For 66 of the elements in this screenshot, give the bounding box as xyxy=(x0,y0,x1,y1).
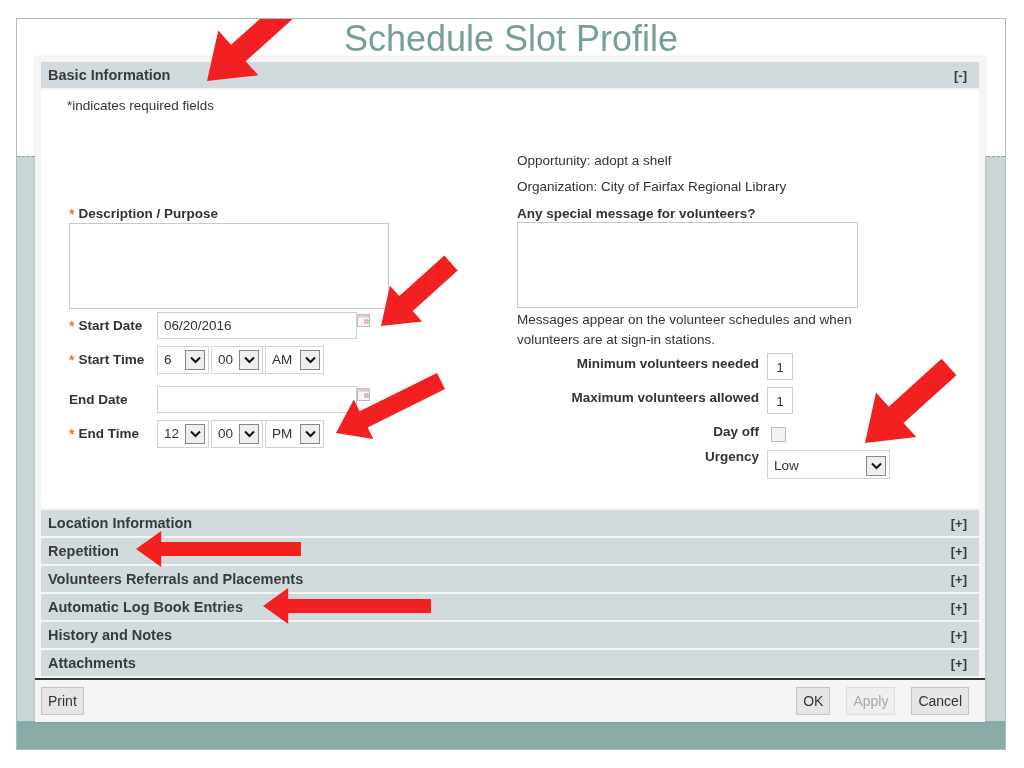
date-field[interactable]: 06/20/2016 xyxy=(157,311,357,339)
dialog-button[interactable]: OK xyxy=(796,687,831,715)
chevron-down-icon xyxy=(304,429,316,438)
field-label: Start Time xyxy=(78,351,145,368)
chevron-down-icon xyxy=(870,461,882,470)
field-label: Minimum volunteers needed xyxy=(575,354,759,371)
expand-toggle[interactable]: [+] xyxy=(950,599,967,615)
chevron-down-icon xyxy=(304,355,316,364)
expand-toggle[interactable]: [+] xyxy=(950,571,967,587)
calendar-icon[interactable] xyxy=(357,313,370,327)
number-field[interactable]: 1 xyxy=(767,386,793,414)
required-marker: * xyxy=(69,351,75,368)
required-marker: * xyxy=(69,205,75,222)
field-label: Description / Purpose xyxy=(78,205,218,222)
field-label: End Date xyxy=(69,391,128,407)
urgency-select[interactable]: Low xyxy=(767,449,890,479)
field-label: Urgency xyxy=(703,447,759,464)
period-select[interactable]: PM xyxy=(265,419,324,448)
chevron-down-icon xyxy=(189,429,201,438)
dialog-button[interactable]: Cancel xyxy=(911,687,969,715)
section-title: Automatic Log Book Entries xyxy=(48,599,243,615)
chevron-down-icon xyxy=(189,355,201,364)
section-header[interactable]: Volunteers Referrals and Placements [+] xyxy=(41,566,979,592)
expand-toggle[interactable]: [-] xyxy=(954,67,967,83)
field-label: End Time xyxy=(78,425,139,442)
message-field[interactable] xyxy=(517,221,858,308)
help-text: Messages appear on the volunteer schedules and when volunteers are at sign-in stations. xyxy=(517,310,853,349)
section-header[interactable]: Attachments [+] xyxy=(41,650,979,676)
section-title: Attachments xyxy=(48,655,136,671)
checkbox[interactable] xyxy=(771,426,786,442)
required-marker: * xyxy=(69,317,75,334)
slide-title: Schedule Slot Profile xyxy=(343,19,679,59)
required-note: *indicates required fields xyxy=(67,98,215,113)
expand-toggle[interactable]: [+] xyxy=(950,515,967,531)
minute-select[interactable]: 00 xyxy=(211,345,263,374)
field-label: Day off xyxy=(712,422,759,439)
dialog-button[interactable]: Print xyxy=(41,687,84,715)
field-label: Start Date xyxy=(78,317,143,334)
hour-select[interactable]: 6 xyxy=(157,345,209,374)
section-title: History and Notes xyxy=(48,627,173,643)
section-title: Volunteers Referrals and Placements xyxy=(48,571,304,587)
description-field[interactable] xyxy=(69,222,389,309)
section-title: Repetition xyxy=(48,543,119,559)
expand-toggle[interactable]: [+] xyxy=(950,655,967,671)
section-header[interactable]: Basic Information [-] xyxy=(41,62,979,88)
expand-toggle[interactable]: [+] xyxy=(950,627,967,643)
required-marker: * xyxy=(69,425,75,442)
period-select[interactable]: AM xyxy=(265,345,324,374)
chevron-down-icon xyxy=(243,429,255,438)
field-label: Maximum volunteers allowed xyxy=(570,388,759,405)
calendar-icon[interactable] xyxy=(357,387,370,401)
date-field[interactable] xyxy=(157,385,357,413)
opportunity-text: Opportunity: adopt a shelf xyxy=(517,152,672,170)
section-header[interactable]: Location Information [+] xyxy=(41,510,979,536)
number-field[interactable]: 1 xyxy=(767,352,793,380)
chevron-down-icon xyxy=(243,355,255,364)
minute-select[interactable]: 00 xyxy=(211,419,263,448)
section-title: Location Information xyxy=(48,515,193,531)
section-header[interactable]: History and Notes [+] xyxy=(41,622,979,648)
section-title: Basic Information xyxy=(48,67,171,83)
field-label: Any special message for volunteers? xyxy=(517,205,756,221)
section-header[interactable]: Automatic Log Book Entries [+] xyxy=(41,594,979,620)
organization-text: Organization: City of Fairfax Regional Library xyxy=(517,178,787,196)
expand-toggle[interactable]: [+] xyxy=(950,543,967,559)
hour-select[interactable]: 12 xyxy=(157,419,209,448)
section-header[interactable]: Repetition [+] xyxy=(41,538,979,564)
